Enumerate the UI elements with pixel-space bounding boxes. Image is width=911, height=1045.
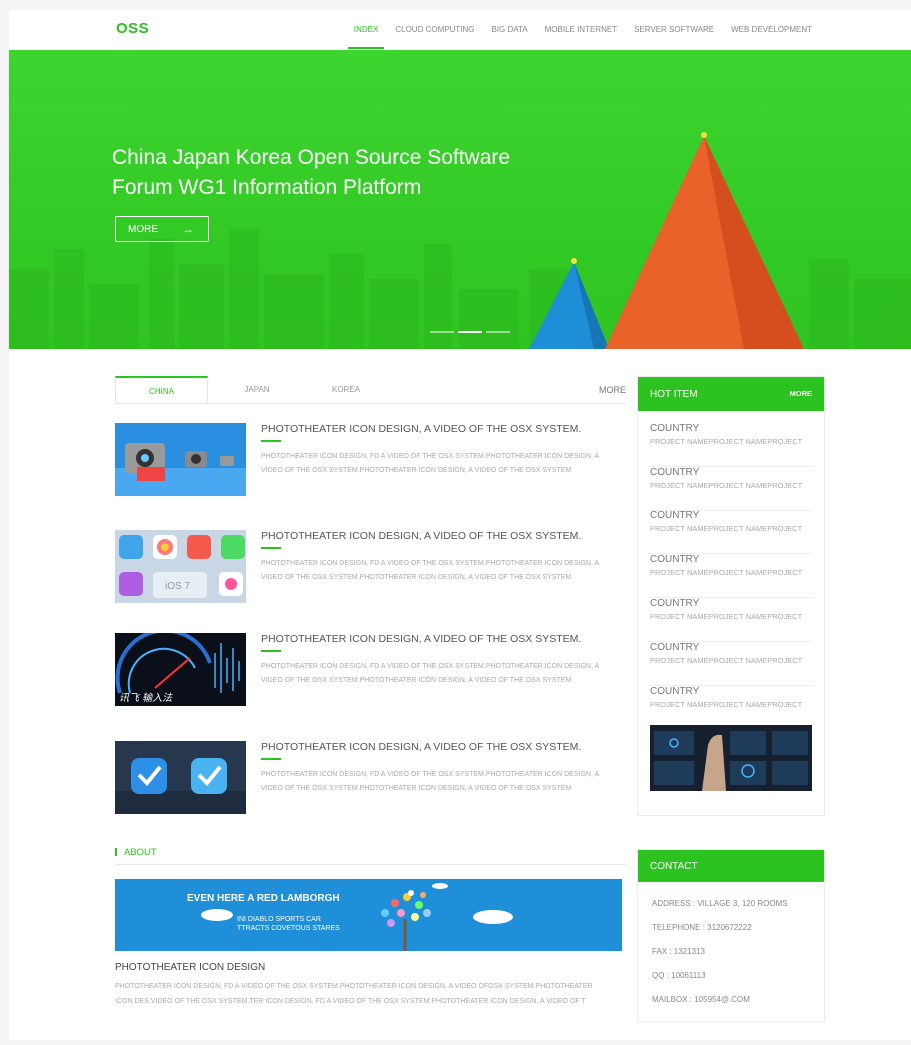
contact-address: ADDRESS : VILLAGE 3, 120 ROOMS xyxy=(652,899,788,908)
hot-items-heading: HOT ITEM xyxy=(650,389,698,400)
hot-item-project: PROJECT NAMEPROJECT NAMEPROJECT xyxy=(650,568,803,577)
hot-items-image[interactable] xyxy=(650,725,812,791)
carousel-dot-active[interactable] xyxy=(458,331,482,333)
article-description: PHOTOTHEATER ICON DESIGN, FD A VIDEO OF … xyxy=(261,771,599,792)
contact-heading: CONTACT xyxy=(650,861,698,872)
about-title[interactable]: PHOTOTHEATER ICON DESIGN xyxy=(115,962,265,973)
article-description: PHOTOTHEATER ICON DESIGN, FD A VIDEO OF … xyxy=(261,453,599,474)
cloud-tree-illustration xyxy=(201,883,513,951)
title-underline xyxy=(261,650,281,652)
article-item: PHOTOTHEATER ICON DESIGN, A VIDEO OF THE… xyxy=(115,741,626,817)
page: OSS INDEX CLOUD COMPUTING BIG DATA MOBIL… xyxy=(9,10,911,1040)
contact-panel: CONTACT ADDRESS : VILLAGE 3, 120 ROOMS T… xyxy=(637,849,825,1022)
hot-item[interactable]: COUNTRY PROJECT NAMEPROJECT NAMEPROJECT xyxy=(650,686,812,729)
arrow-right-icon: → xyxy=(182,222,194,236)
hot-item[interactable]: COUNTRY PROJECT NAMEPROJECT NAMEPROJECT xyxy=(650,598,812,642)
logo[interactable]: OSS xyxy=(116,20,149,37)
carousel-dot[interactable] xyxy=(430,331,454,333)
nav-cloud-computing[interactable]: CLOUD COMPUTING xyxy=(395,25,474,49)
hot-item-project: PROJECT NAMEPROJECT NAMEPROJECT xyxy=(650,524,803,533)
article-title[interactable]: PHOTOTHEATER ICON DESIGN, A VIDEO OF THE… xyxy=(261,741,581,753)
article-item: iOS 7 PHOTOTHEATER ICON DESIGN, A VIDEO … xyxy=(115,530,626,606)
nav-mobile-internet[interactable]: MOBILE INTERNET xyxy=(545,25,617,49)
ios-apps-image: iOS 7 xyxy=(115,530,246,603)
contact-qq: QQ : 10061113 xyxy=(652,971,706,980)
banner-more-button[interactable]: MORE → xyxy=(115,216,209,242)
article-title[interactable]: PHOTOTHEATER ICON DESIGN, A VIDEO OF THE… xyxy=(261,633,581,645)
brand-label: 讯飞 输入法 xyxy=(119,692,173,704)
carousel-dot[interactable] xyxy=(486,331,510,333)
hot-item-country: COUNTRY xyxy=(650,686,700,697)
article-title[interactable]: PHOTOTHEATER ICON DESIGN, A VIDEO OF THE… xyxy=(261,530,581,542)
banner-title-line1: China Japan Korea Open Source Software xyxy=(112,146,511,169)
main-nav: INDEX CLOUD COMPUTING BIG DATA MOBILE IN… xyxy=(337,25,812,49)
about-heading: ABOUT xyxy=(124,847,157,858)
article-thumbnail[interactable]: iOS 7 xyxy=(115,530,246,603)
tab-japan[interactable]: JAPAN xyxy=(227,376,287,403)
title-underline xyxy=(261,547,281,549)
article-thumbnail[interactable] xyxy=(115,423,246,496)
article-item: 讯飞 输入法 PHOTOTHEATER ICON DESIGN, A VIDEO… xyxy=(115,633,626,709)
hot-item-project: PROJECT NAMEPROJECT NAMEPROJECT xyxy=(650,437,803,446)
hot-item-country: COUNTRY xyxy=(650,467,700,478)
section-marker xyxy=(115,848,117,856)
checkmark-icons-image xyxy=(115,741,246,814)
camera-icons-image xyxy=(115,423,246,496)
tab-korea[interactable]: KOREA xyxy=(311,376,381,403)
article-thumbnail[interactable] xyxy=(115,741,246,814)
ios-label: iOS 7 xyxy=(165,581,190,592)
about-banner-image[interactable]: EVEN HERE A RED LAMBORGH INI DIABLO SPOR… xyxy=(115,879,622,951)
nav-server-software[interactable]: SERVER SOFTWARE xyxy=(634,25,714,49)
contact-fax: FAX : 1321313 xyxy=(652,947,705,956)
speedometer-image: 讯飞 输入法 xyxy=(115,633,246,706)
article-thumbnail[interactable]: 讯飞 输入法 xyxy=(115,633,246,706)
hot-item-country: COUNTRY xyxy=(650,510,700,521)
hot-item-country: COUNTRY xyxy=(650,642,700,653)
hot-items-more-link[interactable]: MORE xyxy=(790,389,813,398)
hero-banner: China Japan Korea Open Source Software F… xyxy=(9,50,911,349)
article-title[interactable]: PHOTOTHEATER ICON DESIGN, A VIDEO OF THE… xyxy=(261,423,581,435)
hot-item-country: COUNTRY xyxy=(650,554,700,565)
contact-header: CONTACT xyxy=(638,850,824,882)
article-description: PHOTOTHEATER ICON DESIGN, FD A VIDEO OF … xyxy=(261,663,599,684)
hot-item-project: PROJECT NAMEPROJECT NAMEPROJECT xyxy=(650,700,803,709)
hot-item[interactable]: COUNTRY PROJECT NAMEPROJECT NAMEPROJECT xyxy=(650,467,812,511)
tab-china[interactable]: CHINA xyxy=(115,376,208,403)
nav-big-data[interactable]: BIG DATA xyxy=(491,25,527,49)
article-item: PHOTOTHEATER ICON DESIGN, A VIDEO OF THE… xyxy=(115,423,626,499)
tech-dashboard-image xyxy=(650,725,812,791)
hot-item-project: PROJECT NAMEPROJECT NAMEPROJECT xyxy=(650,481,803,490)
title-underline xyxy=(261,440,281,442)
site-header: OSS INDEX CLOUD COMPUTING BIG DATA MOBIL… xyxy=(9,10,911,50)
hot-item-project: PROJECT NAMEPROJECT NAMEPROJECT xyxy=(650,656,803,665)
hot-item-country: COUNTRY xyxy=(650,423,700,434)
article-description: PHOTOTHEATER ICON DESIGN, FD A VIDEO OF … xyxy=(261,560,599,581)
nav-index[interactable]: INDEX xyxy=(347,25,385,49)
region-tabs: CHINA JAPAN KOREA MORE xyxy=(115,376,626,404)
banner-more-label: MORE xyxy=(128,224,158,235)
contact-mailbox: MAILBOX : 105954@.COM xyxy=(652,995,750,1004)
hot-item-project: PROJECT NAMEPROJECT NAMEPROJECT xyxy=(650,612,803,621)
hot-items-panel: HOT ITEM MORE COUNTRY PROJECT NAMEPROJEC… xyxy=(637,376,825,816)
hot-item[interactable]: COUNTRY PROJECT NAMEPROJECT NAMEPROJECT xyxy=(650,554,812,598)
about-section-header: ABOUT xyxy=(115,844,626,865)
hot-item-country: COUNTRY xyxy=(650,598,700,609)
banner-title-line2: Forum WG1 Information Platform xyxy=(112,176,422,199)
nav-web-development[interactable]: WEB DEVELOPMENT xyxy=(731,25,812,49)
contact-telephone: TELEPHONE : 3120672222 xyxy=(652,923,752,932)
tabs-more-link[interactable]: MORE xyxy=(599,376,626,404)
hot-item[interactable]: COUNTRY PROJECT NAMEPROJECT NAMEPROJECT xyxy=(650,642,812,686)
hot-items-header: HOT ITEM MORE xyxy=(638,377,824,411)
hot-item[interactable]: COUNTRY PROJECT NAMEPROJECT NAMEPROJECT xyxy=(650,510,812,554)
about-description: PHOTOTHEATER ICON DESIGN, FD A VIDEO OF … xyxy=(115,983,593,1005)
banner-title: China Japan Korea Open Source Software F… xyxy=(112,143,572,203)
hot-item[interactable]: COUNTRY PROJECT NAMEPROJECT NAMEPROJECT xyxy=(650,423,812,467)
title-underline xyxy=(261,758,281,760)
carousel-dots xyxy=(430,331,510,333)
